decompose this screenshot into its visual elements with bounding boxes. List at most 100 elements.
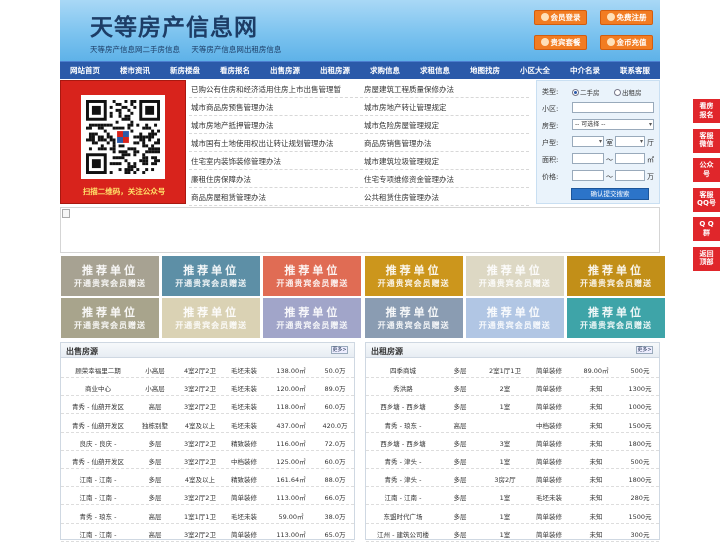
table-row[interactable]: 西乡塘 - 西乡塘 多层 1室 简单装修 未知 1000元 [366,395,659,415]
table-row[interactable]: 青秀 - 津头 - 多层 1室 简单装修 未知 500元 [366,450,659,469]
community-input[interactable] [572,102,654,113]
side-service-qq-button[interactable]: 客服 QQ号 [693,187,720,212]
recommended-unit-tile[interactable]: 推荐单位 开通贵宾会员赠送 [465,298,564,338]
side-viewing-signup-button[interactable]: 看房 报名 [693,99,720,123]
recommended-unit-tile[interactable]: 推荐单位 开通贵宾会员赠送 [162,298,261,338]
coin-recharge-button[interactable]: 金币充值 [600,35,653,50]
table-cell[interactable]: 青秀 - 琅东 - [65,511,131,521]
table-row[interactable]: 西乡塘 - 西乡塘 多层 3室 简单装修 未知 1800元 [366,432,659,451]
table-row[interactable]: 青秀 - 琅东 - 高层 中档装修 未知 1500元 [366,414,659,433]
table-cell[interactable]: 江南 - 江南 - [65,492,131,502]
nav-item-6[interactable]: 求购信息 [360,62,410,79]
policy-link[interactable]: 公共租赁住房管理办法 [364,192,439,203]
table-cell[interactable]: 江州 - 建筑公司楼 [370,529,436,539]
recommended-unit-tile[interactable]: 推荐单位 开通贵宾会员赠送 [465,256,564,296]
nav-item-1[interactable]: 楼市资讯 [110,62,160,79]
subtitle-rent-link[interactable]: 天等房产信息网出租房信息 [191,45,281,54]
table-row[interactable]: 江南 - 江南 - 多层 1室 毛坯未装 未知 280元 [366,486,659,506]
side-back-to-top-button[interactable]: 返回 顶部 [693,246,720,271]
nav-item-9[interactable]: 小区大全 [510,62,560,79]
search-submit-button[interactable]: 确认提交搜索 [571,188,649,200]
nav-item-7[interactable]: 求租信息 [410,62,460,79]
member-login-button[interactable]: 会员登录 [534,10,587,25]
nav-item-5[interactable]: 出租房源 [310,62,360,79]
table-cell[interactable]: 西乡塘 - 西乡塘 [370,401,436,411]
table-cell[interactable]: 青秀 - 津头 - [370,474,436,484]
table-row[interactable]: 青秀 - 仙葫开发区 高层 3室2厅2卫 毛坯未装 118.00㎡ 60.0万 [61,395,354,415]
nav-item-4[interactable]: 出售房源 [260,62,310,79]
vip-package-button[interactable]: 贵宾套餐 [534,35,587,50]
area-min-input[interactable] [572,153,604,164]
table-row[interactable]: 秀洪路 多层 2室 简单装修 未知 1300元 [366,377,659,397]
type-radio-secondhand[interactable]: 二手房 [572,87,600,97]
policy-link[interactable]: 住宅室内装饰装修管理办法 [191,156,281,167]
recommended-unit-tile[interactable]: 推荐单位 开通贵宾会员赠送 [61,298,159,338]
table-cell[interactable]: 秀洪路 [370,383,436,393]
nav-item-3[interactable]: 看房报名 [210,62,260,79]
table-row[interactable]: 江南 - 江南 - 多层 3室2厅2卫 简单装修 113.00㎡ 66.0万 [61,486,354,506]
table-cell[interactable]: 东盟时代广场 [370,511,436,521]
policy-link[interactable]: 城市建筑垃圾管理规定 [364,156,439,167]
recommended-unit-tile[interactable]: 推荐单位 开通贵宾会员赠送 [263,256,362,296]
price-max-input[interactable] [615,170,645,181]
table-cell[interactable]: 青秀 - 津头 - [370,456,436,466]
table-row[interactable]: 青秀 - 仙葫开发区 独栋别墅 4室及以上 毛坯未装 437.00㎡ 420.0万 [61,414,354,433]
policy-link[interactable]: 城市危险房屋管理规定 [364,120,439,131]
table-cell[interactable]: 商业中心 [65,383,131,393]
nav-item-11[interactable]: 联系客服 [610,62,660,79]
policy-link[interactable]: 商品房销售管理办法 [364,138,432,149]
table-cell[interactable]: 四季商城 [370,365,436,375]
table-cell[interactable]: 青秀 - 琅东 - [370,420,436,430]
table-row[interactable]: 良庆 - 良庆 - 多层 3室2厅2卫 精致装修 116.00㎡ 72.0万 [61,432,354,451]
table-cell[interactable]: 青秀 - 仙葫开发区 [65,401,131,411]
policy-link[interactable]: 已购公有住房和经济适用住房上市出售管理暂 [191,84,341,95]
recommended-unit-tile[interactable]: 推荐单位 开通贵宾会员赠送 [364,298,463,338]
rent-more-button[interactable]: 更多> [636,346,653,354]
area-max-input[interactable] [615,153,645,164]
table-row[interactable]: 顾荣幸福里二期 小高层 4室2厅2卫 毛坯未装 138.00㎡ 50.0万 [61,359,354,378]
subtitle-sale-link[interactable]: 天等房产信息网二手房信息 [90,45,180,54]
table-row[interactable]: 江南 - 江南 - 多层 4室及以上 精致装修 161.64㎡ 88.0万 [61,468,354,488]
site-title[interactable]: 天等房产信息网 [90,8,258,42]
policy-link[interactable]: 房屋建筑工程质量保修办法 [364,84,454,95]
table-row[interactable]: 青秀 - 琅东 - 高层 1室1厅1卫 毛坯未装 59.00㎡ 38.0万 [61,505,354,524]
table-row[interactable]: 江州 - 建筑公司楼 多层 1室 简单装修 未知 300元 [366,523,659,542]
table-row[interactable]: 江南 - 江南 - 高层 3室2厅2卫 简单装修 113.00㎡ 65.0万 [61,523,354,542]
policy-link[interactable]: 城市房地产转让管理规定 [364,102,447,113]
table-cell[interactable]: 良庆 - 良庆 - [65,438,131,448]
table-cell[interactable]: 江南 - 江南 - [65,529,131,539]
table-cell[interactable]: 青秀 - 仙葫开发区 [65,420,131,430]
table-row[interactable]: 商业中心 小高层 3室2厅2卫 毛坯未装 120.00㎡ 89.0万 [61,377,354,397]
nav-item-10[interactable]: 中介名录 [560,62,610,79]
table-row[interactable]: 青秀 - 仙葫开发区 多层 3室2厅2卫 中档装修 125.00㎡ 60.0万 [61,450,354,469]
recommended-unit-tile[interactable]: 推荐单位 开通贵宾会员赠送 [61,256,159,296]
recommended-unit-tile[interactable]: 推荐单位 开通贵宾会员赠送 [567,256,665,296]
banner-ad[interactable] [60,207,660,253]
table-cell[interactable]: 西乡塘 - 西乡塘 [370,438,436,448]
policy-link[interactable]: 商品房屋租赁管理办法 [191,192,266,203]
nav-item-2[interactable]: 新房楼盘 [160,62,210,79]
price-min-input[interactable] [572,170,604,181]
recommended-unit-tile[interactable]: 推荐单位 开通贵宾会员赠送 [567,298,665,338]
hall-select[interactable] [615,136,645,147]
recommended-unit-tile[interactable]: 推荐单位 开通贵宾会员赠送 [263,298,362,338]
recommended-unit-tile[interactable]: 推荐单位 开通贵宾会员赠送 [364,256,463,296]
house-type-select[interactable]: -- 可选择 -- [572,119,654,130]
sale-more-button[interactable]: 更多> [331,346,348,354]
policy-link[interactable]: 城市商品房预售管理办法 [191,102,274,113]
recommended-unit-tile[interactable]: 推荐单位 开通贵宾会员赠送 [162,256,261,296]
table-cell[interactable]: 青秀 - 仙葫开发区 [65,456,131,466]
table-row[interactable]: 四季商城 多层 2室1厅1卫 简单装修 89.00㎡ 500元 [366,359,659,378]
type-radio-rent[interactable]: 出租房 [614,87,642,97]
table-row[interactable]: 东盟时代广场 多层 1室 简单装修 未知 1500元 [366,505,659,524]
nav-item-0[interactable]: 网站首页 [60,62,110,79]
side-official-account-button[interactable]: 公众号 [693,158,720,182]
policy-link[interactable]: 城市房地产抵押管理办法 [191,120,274,131]
side-qq-group-button[interactable]: Q Q群 [693,217,720,241]
table-row[interactable]: 青秀 - 津头 - 多层 3房2厅 简单装修 未知 1800元 [366,468,659,488]
room-select[interactable] [572,136,604,147]
free-register-button[interactable]: 免费注册 [600,10,653,25]
table-cell[interactable]: 江南 - 江南 - [370,492,436,502]
table-cell[interactable]: 顾荣幸福里二期 [65,365,131,375]
policy-link[interactable]: 住宅专项维修资金管理办法 [364,174,454,185]
